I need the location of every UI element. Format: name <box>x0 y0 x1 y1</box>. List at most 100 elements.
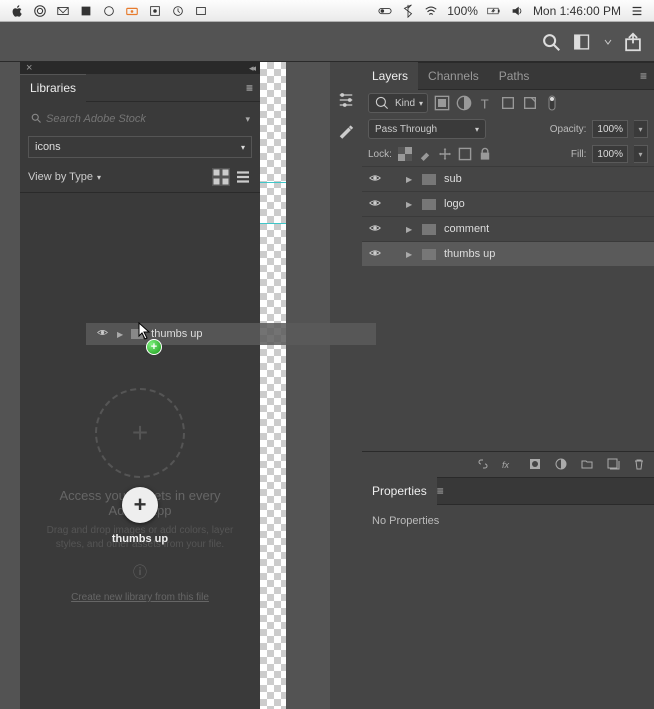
list-view-button[interactable] <box>234 168 252 186</box>
adjustment-layer-icon[interactable] <box>554 457 568 471</box>
layer-row[interactable]: ▶ thumbs up <box>362 241 654 266</box>
folder-icon <box>422 224 436 235</box>
expand-chevron-icon[interactable]: ▶ <box>406 175 414 184</box>
dropzone-circle: + <box>95 388 185 478</box>
battery-percent: 100% <box>447 4 478 18</box>
channels-tab[interactable]: Channels <box>418 62 489 90</box>
folder-icon <box>131 329 143 339</box>
adjustments-icon[interactable] <box>336 90 356 110</box>
expand-chevron-icon[interactable]: ▶ <box>406 250 414 259</box>
properties-tab[interactable]: Properties <box>362 477 437 505</box>
delete-layer-icon[interactable] <box>632 457 646 471</box>
arrange-chevron-icon[interactable] <box>604 31 612 53</box>
right-tool-strip <box>330 62 362 709</box>
switch-icon[interactable] <box>378 4 392 18</box>
lock-fill-row: Lock: Fill: 100% ▾ <box>362 142 654 166</box>
library-select[interactable]: icons ▾ <box>28 136 252 158</box>
filter-shape-icon[interactable] <box>500 95 516 111</box>
layer-row[interactable]: ▶ comment <box>362 216 654 241</box>
volume-icon[interactable] <box>510 4 524 18</box>
new-layer-icon[interactable] <box>606 457 620 471</box>
fill-value[interactable]: 100% <box>592 145 628 163</box>
blend-mode-select[interactable]: Pass Through ▾ <box>368 119 486 139</box>
folder-icon <box>422 174 436 185</box>
chevron-down-icon: ▾ <box>241 143 245 152</box>
menubar-clock[interactable]: Mon 1:46:00 PM <box>533 4 621 18</box>
library-selected-name: icons <box>35 141 61 153</box>
visibility-toggle[interactable] <box>368 171 382 188</box>
layer-filter-row: Kind ▾ T <box>362 90 654 116</box>
layer-row[interactable]: ▶ logo <box>362 191 654 216</box>
menubar-list-icon[interactable] <box>630 4 644 18</box>
fx-icon[interactable]: fx <box>502 457 516 471</box>
lock-paint-icon[interactable] <box>418 147 432 161</box>
fill-chevron[interactable]: ▾ <box>634 145 648 163</box>
lock-transparency-icon[interactable] <box>398 147 412 161</box>
app-top-bar <box>0 22 654 62</box>
expand-chevron-icon[interactable]: ▶ <box>406 225 414 234</box>
battery-icon[interactable] <box>487 4 501 18</box>
paths-tab[interactable]: Paths <box>489 62 540 90</box>
layer-name[interactable]: comment <box>444 223 489 235</box>
search-scope-chevron[interactable]: ▾ <box>243 114 252 125</box>
expand-chevron-icon: ▶ <box>117 330 123 339</box>
properties-body: No Properties <box>362 505 654 709</box>
visibility-toggle[interactable] <box>368 196 382 213</box>
layer-name[interactable]: logo <box>444 198 465 210</box>
expand-chevron-icon[interactable]: ▶ <box>406 200 414 209</box>
grid-view-button[interactable] <box>212 168 230 186</box>
visibility-toggle[interactable] <box>368 246 382 263</box>
properties-tab-row: Properties ≡ <box>362 477 654 505</box>
layers-panel-menu[interactable]: ≡ <box>632 69 654 83</box>
status-icon-2 <box>79 4 93 18</box>
opacity-label: Opacity: <box>550 124 587 135</box>
drag-ghost-layer: ▶ thumbs up <box>86 323 376 345</box>
filter-adjust-icon[interactable] <box>456 95 472 111</box>
wifi-icon[interactable] <box>424 4 438 18</box>
mask-icon[interactable] <box>528 457 542 471</box>
create-library-link[interactable]: Create new library from this file <box>40 592 240 603</box>
opacity-chevron[interactable]: ▾ <box>634 120 648 138</box>
properties-panel-menu[interactable]: ≡ <box>437 484 443 498</box>
properties-empty-text: No Properties <box>372 515 439 527</box>
panel-drag-header[interactable]: × ◂◂ <box>20 62 260 74</box>
layer-name[interactable]: thumbs up <box>444 248 495 260</box>
right-panel-stack: Layers Channels Paths ≡ Kind ▾ T Pass Th… <box>362 62 654 709</box>
link-layers-icon[interactable] <box>476 457 490 471</box>
chevron-down-icon: ▾ <box>419 99 423 108</box>
blend-opacity-row: Pass Through ▾ Opacity: 100% ▾ <box>362 116 654 142</box>
panel-collapse-icon[interactable]: ◂◂ <box>249 63 254 74</box>
layers-tab[interactable]: Layers <box>362 62 418 90</box>
lock-all-icon[interactable] <box>478 147 492 161</box>
lock-artboard-icon[interactable] <box>458 147 472 161</box>
libraries-panel-menu[interactable]: ≡ <box>238 81 260 95</box>
libraries-tab[interactable]: Libraries <box>20 74 86 102</box>
layer-list-spacer <box>362 266 654 451</box>
new-group-icon[interactable] <box>580 457 594 471</box>
filter-smart-icon[interactable] <box>522 95 538 111</box>
brush-panel-icon[interactable] <box>336 120 356 140</box>
svg-text:fx: fx <box>502 460 510 470</box>
filter-text-icon[interactable]: T <box>478 95 494 111</box>
filter-kind-select[interactable]: Kind ▾ <box>368 93 428 113</box>
stock-search-input[interactable] <box>28 108 237 130</box>
bluetooth-icon[interactable] <box>401 4 415 18</box>
arrange-docs-button[interactable] <box>572 31 594 53</box>
share-button[interactable] <box>622 31 644 53</box>
view-by-type-button[interactable]: View by Type ▾ <box>28 171 101 183</box>
filter-toggle[interactable] <box>544 95 560 111</box>
panel-close-icon[interactable]: × <box>26 62 32 74</box>
filter-pixel-icon[interactable] <box>434 95 450 111</box>
lock-position-icon[interactable] <box>438 147 452 161</box>
layer-row[interactable]: ▶ sub <box>362 166 654 191</box>
search-button[interactable] <box>540 31 562 53</box>
add-asset-fab[interactable]: + <box>122 487 158 523</box>
layer-name[interactable]: sub <box>444 173 462 185</box>
drag-ghost-label: thumbs up <box>151 328 202 340</box>
visibility-toggle[interactable] <box>368 221 382 238</box>
help-icon[interactable]: ⓘ <box>40 562 240 582</box>
opacity-value[interactable]: 100% <box>592 120 628 138</box>
asset-thumb-label: thumbs up <box>112 533 168 545</box>
guide-line <box>260 223 286 224</box>
layers-footer: fx <box>362 451 654 477</box>
